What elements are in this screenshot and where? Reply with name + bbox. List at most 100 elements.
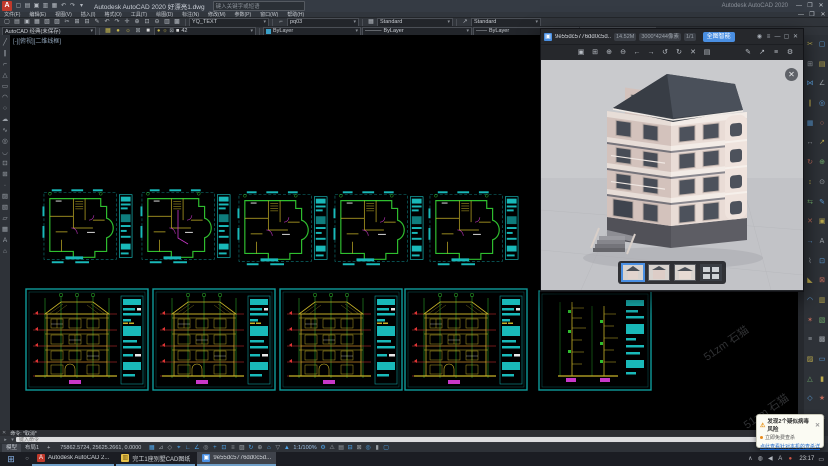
elevation-1[interactable] [26,289,148,390]
arc-tool-icon[interactable]: ◠ [0,92,10,103]
new-icon[interactable]: ▢ [2,18,12,26]
notification-link[interactable]: 点此查看针对本机的查杀详情 [760,443,820,450]
gizmo-toggle[interactable]: ▲ [282,444,291,452]
tab-model[interactable]: 模型 [2,444,21,452]
table-tool-icon[interactable]: ▦ [0,224,10,235]
dim-edit-icon[interactable]: ✎ [817,193,828,213]
thumbnail-3[interactable] [674,264,696,281]
move-icon[interactable]: ↔ [805,133,816,153]
mirror-icon[interactable]: ⋈ [805,74,816,94]
layer-freeze-icon[interactable]: ☼ [123,27,133,35]
thumbnail-1[interactable] [622,264,644,281]
start-button[interactable]: ⊞ [0,454,22,465]
edit-image-icon[interactable]: ✎ [741,49,755,57]
ime-icon[interactable]: A [775,455,785,463]
zoom-realtime-icon[interactable]: ⊕ [132,18,142,26]
lock-ui-icon[interactable]: ⊠ [355,444,364,452]
dim-radius-icon[interactable]: ◎ [817,94,828,114]
share-image-icon[interactable]: ↗ [755,49,769,57]
open-file-icon[interactable]: ▤ [23,2,32,10]
insert-block-icon[interactable]: ⊡ [0,158,10,169]
make-block-icon[interactable]: ⊞ [0,169,10,180]
center-mark-icon[interactable]: ⊙ [817,173,828,193]
dim-diameter-icon[interactable]: ○ [817,114,828,134]
redo-icon[interactable]: ↷ [68,2,77,10]
point-tool-icon[interactable]: ∙ [0,180,10,191]
dim-linear-icon[interactable]: ▢ [817,35,828,55]
revcloud-tool-icon[interactable]: ☁ [0,114,10,125]
preview-icon[interactable]: ▧ [42,18,52,26]
units-icon[interactable]: ▤ [337,444,346,452]
zoom-previous-icon[interactable]: ⊖ [152,18,162,26]
floor-plan-1[interactable] [42,189,132,263]
snap-toggle[interactable]: ⊿ [156,444,165,452]
circle-tool-icon[interactable]: ○ [0,103,10,114]
zoom-window-icon[interactable]: ⊡ [142,18,152,26]
save-icon[interactable]: ▣ [32,2,41,10]
trim-icon[interactable]: ✕ [805,212,816,232]
antivirus-tray-icon[interactable]: ● [785,455,795,463]
selection-filter-toggle[interactable]: ▽ [273,444,282,452]
taskbar-search-icon[interactable]: ○ [22,455,32,463]
rotate-icon[interactable]: ↻ [805,153,816,173]
paste-icon[interactable]: ⊟ [82,18,92,26]
network-icon[interactable]: ◍ [755,455,765,463]
volume-icon[interactable]: ◀ [765,455,775,463]
taskbar-app-folder[interactable]: ▥ 完工1座别墅CAD图纸 [116,452,195,466]
viewer-settings-icon[interactable]: ⚙ [783,49,797,57]
break-icon[interactable]: ⌇ [805,252,816,272]
open-icon[interactable]: ▤ [12,18,22,26]
chamfer-icon[interactable]: ◣ [805,271,816,291]
osnap-3d-toggle[interactable]: ⊕ [255,444,264,452]
scale-icon[interactable]: ↕ [805,173,816,193]
transparency-toggle[interactable]: ▨ [237,444,246,452]
extend-icon[interactable]: → [805,232,816,252]
quick-properties-icon[interactable]: ⊟ [346,444,355,452]
dim-style-icon[interactable]: ▣ [817,212,828,232]
ellipse-tool-icon[interactable]: ◎ [0,136,10,147]
clean-screen-icon[interactable]: ▢ [382,444,391,452]
mtext-tool-icon[interactable]: A [0,235,10,246]
elevation-3[interactable] [280,289,402,390]
close-button[interactable]: ✕ [816,2,826,11]
spline-tool-icon[interactable]: ∿ [0,125,10,136]
line-tool-icon[interactable]: ╱ [0,37,10,48]
ellipse-arc-tool-icon[interactable]: ◡ [0,147,10,158]
render-icon[interactable]: ★ [817,389,828,409]
layer-color-icon[interactable]: ■ [143,27,153,35]
user-account-icon[interactable]: ◉ [755,33,764,41]
rotate-right-icon[interactable]: ↻ [672,49,686,57]
tab-add-layout[interactable]: + [43,444,54,452]
elevation-2[interactable] [153,289,275,390]
tolerance-icon[interactable]: ⊕ [817,153,828,173]
dim-angular-icon[interactable]: ∠ [817,74,828,94]
graphics-performance-icon[interactable]: ▮ [373,444,382,452]
designcenter-icon[interactable]: ▩ [172,18,182,26]
layout-icon[interactable]: ▭ [817,350,828,370]
ucs-icon[interactable]: ⌂ [0,246,10,257]
lineweight-toggle[interactable]: ≡ [228,444,237,452]
cut-icon[interactable]: ✂ [62,18,72,26]
fullscreen-icon[interactable]: ▣ [574,49,588,57]
delete-image-icon[interactable]: ✕ [686,49,700,57]
section-drawing[interactable] [539,291,651,390]
infer-constraints-toggle[interactable]: ◇ [165,444,174,452]
properties-palette-icon[interactable]: ▥ [162,18,172,26]
fit-window-icon[interactable]: ⊞ [588,49,602,57]
restore-button[interactable]: ❐ [805,2,815,11]
xref-icon[interactable]: ▧ [817,311,828,331]
workspace-switch-icon[interactable]: ⚙ [319,444,328,452]
divide-icon[interactable]: ◇ [805,389,816,409]
taskbar-app-autocad[interactable]: A Autodesk AutoCAD 2... [32,452,114,466]
selection-cycling-toggle[interactable]: ↻ [246,444,255,452]
ortho-toggle[interactable]: ∟ [183,444,192,452]
plot-icon[interactable]: ▦ [50,2,59,10]
wblock-icon[interactable]: ⊠ [817,271,828,291]
save-icon[interactable]: ▣ [22,18,32,26]
floor-plan-4[interactable] [333,191,423,265]
fillet-icon[interactable]: ◠ [805,291,816,311]
gradient-tool-icon[interactable]: ▧ [0,202,10,213]
new-file-icon[interactable]: ▢ [14,2,23,10]
viewer-close-icon[interactable]: ✕ [791,33,800,41]
isodraft-toggle[interactable]: ◎ [201,444,210,452]
